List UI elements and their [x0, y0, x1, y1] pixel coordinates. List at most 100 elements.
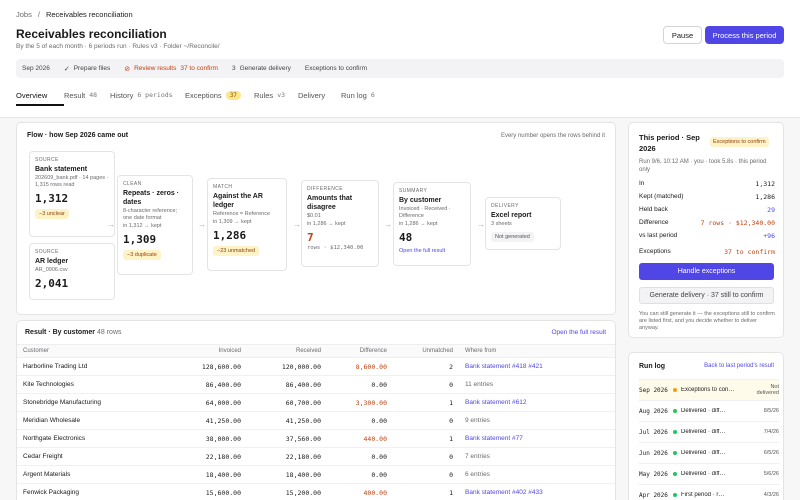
- ar-ledger-count[interactable]: 2,041: [35, 277, 109, 290]
- customer-cell: Cedar Freight: [17, 447, 167, 466]
- flow-node-ar-ledger[interactable]: Source AR ledger AR_0906.csv 2,041: [29, 243, 115, 300]
- table-header-row: Customer Invoiced Received Difference Un…: [17, 344, 615, 358]
- duplicate-tag[interactable]: −3 duplicate: [123, 250, 161, 260]
- run-date: 5/6/26: [763, 471, 779, 477]
- step-exceptions: Exceptions to confirm: [304, 65, 368, 72]
- arrow-icon: →: [198, 220, 206, 229]
- page-subtitle: By the 5 of each month · 6 periods run ·…: [16, 43, 220, 50]
- difference-cell: 8,600.00: [327, 357, 393, 376]
- step-review[interactable]: ⊘ Review results 37 to confirm: [124, 65, 218, 73]
- invoiced-cell: 38,000.00: [167, 429, 247, 448]
- open-full-result-link[interactable]: Open the full result: [399, 248, 465, 254]
- breadcrumb-jobs[interactable]: Jobs: [16, 10, 32, 19]
- flow-node-summary[interactable]: Summary By customer Invoiced · Received …: [393, 182, 471, 266]
- stat-exceptions: Exceptions 37 to confirm: [639, 248, 775, 256]
- run-log-row[interactable]: Jun 2026 Delivered · diff… 6/5/26: [639, 442, 779, 463]
- invoiced-cell: 128,600.00: [167, 357, 247, 376]
- table-row[interactable]: Northgate Electronics 38,000.00 37,560.00 4…: [17, 429, 615, 448]
- generate-delivery-button[interactable]: Generate delivery · 37 still to confirm: [639, 287, 774, 304]
- col-unmatched[interactable]: Unmatched: [393, 344, 459, 358]
- tab-run-log[interactable]: Run log 6: [341, 88, 391, 102]
- col-received[interactable]: Received: [247, 344, 327, 358]
- progress-stepper: Sep 2026 ✓ Prepare files ⊘ Review results 3…: [16, 59, 784, 78]
- run-log-panel: Run log Back to last period's result Sep…: [628, 352, 784, 500]
- run-date: 4/3/26: [763, 492, 779, 498]
- unclear-tag[interactable]: −3 unclear: [35, 209, 69, 219]
- where-from-cell[interactable]: Bank statement #402 #433: [459, 483, 615, 500]
- tab-history[interactable]: History 6 periods: [110, 88, 185, 102]
- tab-delivery[interactable]: Delivery: [298, 88, 341, 102]
- customer-cell: Fenwick Packaging: [17, 483, 167, 500]
- breadcrumb: Jobs / Receivables reconciliation: [16, 10, 133, 19]
- step-generate[interactable]: 3 Generate delivery: [232, 65, 291, 72]
- status-dot-icon: [673, 493, 677, 497]
- where-from-cell[interactable]: Bank statement #418 #421: [459, 357, 615, 376]
- flow-node-bank-statement[interactable]: Source Bank statement 202609_bank.pdf · …: [29, 151, 115, 237]
- tab-overview[interactable]: Overview: [16, 88, 64, 106]
- where-from-cell: 7 entries: [459, 447, 615, 466]
- unmatched-cell: 0: [393, 375, 459, 394]
- clean-count[interactable]: 1,309: [123, 233, 187, 246]
- run-log-row[interactable]: Aug 2026 Delivered · diff… 8/5/26: [639, 400, 779, 421]
- unmatched-tag[interactable]: −23 unmatched: [213, 246, 260, 256]
- col-difference[interactable]: Difference: [327, 344, 393, 358]
- difference-cell: 0.00: [327, 465, 393, 484]
- tab-exceptions[interactable]: Exceptions 37: [185, 88, 254, 102]
- unmatched-cell: 0: [393, 465, 459, 484]
- table-row[interactable]: Fenwick Packaging 15,600.00 15,200.00 400.0…: [17, 483, 615, 500]
- run-log-row[interactable]: Sep 2026 Exceptions to con… Not delivered: [639, 379, 779, 400]
- where-from-cell[interactable]: Bank statement #612: [459, 393, 615, 412]
- run-period: Jun 2026: [639, 449, 668, 457]
- tab-result[interactable]: Result 48: [64, 88, 110, 102]
- where-from-cell[interactable]: Bank statement #77: [459, 429, 615, 448]
- received-cell: 18,400.00: [247, 465, 327, 484]
- flow-node-clean[interactable]: Clean Repeats · zeros · dates 8-characte…: [117, 175, 193, 275]
- arrow-icon: →: [384, 220, 392, 229]
- col-where-from[interactable]: Where from: [459, 344, 615, 358]
- run-log-row[interactable]: Jul 2026 Delivered · diff… 7/4/26: [639, 421, 779, 442]
- col-invoiced[interactable]: Invoiced: [167, 344, 247, 358]
- breadcrumb-current: Receivables reconciliation: [45, 10, 133, 19]
- flow-card: Flow · how Sep 2026 came out Every numbe…: [16, 122, 616, 315]
- customer-cell: Stonebridge Manufacturing: [17, 393, 167, 412]
- flow-node-difference[interactable]: Difference Amounts that disagree $0.01 i…: [301, 180, 379, 267]
- where-from-cell: 11 entries: [459, 375, 615, 394]
- invoiced-cell: 22,180.00: [167, 447, 247, 466]
- tab-bar: Overview Result 48 History 6 periods Excep…: [16, 88, 391, 106]
- run-log-title: Run log: [639, 363, 666, 370]
- summary-count[interactable]: 48: [399, 231, 465, 244]
- arrow-icon: →: [293, 220, 301, 229]
- pause-button[interactable]: Pause: [663, 26, 702, 44]
- table-row[interactable]: Cedar Freight 22,180.00 22,180.00 0.00 0 7 en…: [17, 447, 615, 466]
- table-row[interactable]: Meridian Wholesale 41,250.00 41,250.00 0.00…: [17, 411, 615, 430]
- difference-count[interactable]: 7: [307, 231, 373, 244]
- table-row[interactable]: Harborline Trading Ltd 128,600.00 120,000.…: [17, 357, 615, 376]
- run-log-row[interactable]: Apr 2026 First period · r… 4/3/26: [639, 484, 779, 500]
- table-row[interactable]: Kite Technologies 86,400.00 86,400.00 0.00 0…: [17, 375, 615, 394]
- stat-vs-last: vs last period +96: [639, 232, 775, 240]
- invoiced-cell: 41,250.00: [167, 411, 247, 430]
- run-log-row[interactable]: May 2026 Delivered · diff… 5/6/26: [639, 463, 779, 484]
- received-cell: 41,250.00: [247, 411, 327, 430]
- bank-statement-count[interactable]: 1,312: [35, 192, 109, 205]
- handle-exceptions-button[interactable]: Handle exceptions: [639, 263, 774, 280]
- process-period-button[interactable]: Process this period: [705, 26, 784, 44]
- this-period-panel: This period · Sep 2026 Exceptions to con…: [628, 122, 784, 338]
- check-icon: ✓: [63, 65, 70, 73]
- step-prepare[interactable]: ✓ Prepare files: [64, 65, 110, 73]
- flow-node-match[interactable]: Match Against the AR ledger Reference = …: [207, 178, 287, 271]
- run-period: Jul 2026: [639, 428, 668, 436]
- tab-rules[interactable]: Rules v3: [254, 88, 298, 102]
- table-row[interactable]: Stonebridge Manufacturing 64,000.00 60,700…: [17, 393, 615, 412]
- customer-cell: Northgate Electronics: [17, 429, 167, 448]
- stat-in: In 1,312: [639, 180, 775, 188]
- match-count[interactable]: 1,286: [213, 229, 281, 242]
- back-to-last-result-link[interactable]: Back to last period's result: [704, 363, 774, 369]
- open-full-result-link[interactable]: Open the full result: [551, 329, 606, 336]
- flow-node-delivery[interactable]: Delivery Excel report 3 sheets Not gener…: [485, 197, 561, 250]
- col-customer[interactable]: Customer: [17, 344, 167, 358]
- not-generated-tag: Not generated: [491, 232, 534, 242]
- arrow-icon: →: [477, 220, 485, 229]
- received-cell: 15,200.00: [247, 483, 327, 500]
- table-row[interactable]: Argent Materials 18,400.00 18,400.00 0.00 0 6…: [17, 465, 615, 484]
